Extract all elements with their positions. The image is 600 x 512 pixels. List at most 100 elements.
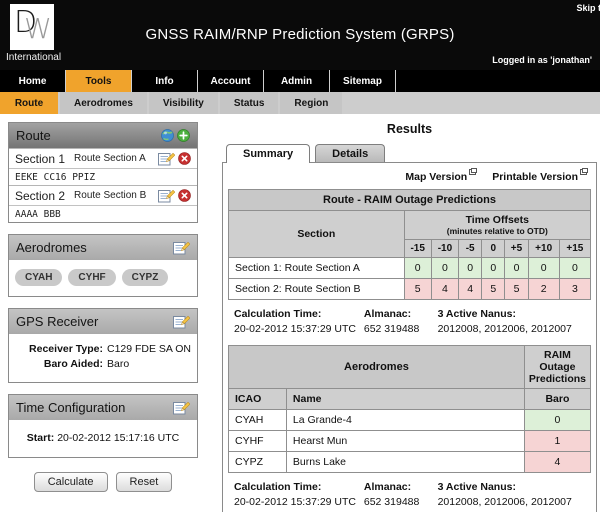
section-row-label: Section 1: Route Section A: [228, 257, 405, 279]
almanac-value: 652 319488: [363, 496, 420, 508]
subnav-filler: [344, 92, 600, 114]
tab-summary[interactable]: Summary: [226, 144, 311, 163]
edit-gps-icon[interactable]: [173, 315, 190, 329]
almanac-value: 652 319488: [363, 323, 420, 335]
nav-tab-tools[interactable]: Tools: [66, 70, 132, 92]
version-links: Map Version Printable Version: [228, 168, 591, 189]
baro-header: Baro: [523, 388, 592, 410]
edit-section-icon[interactable]: [158, 152, 175, 166]
receiver-type-label: Receiver Type:: [29, 343, 103, 355]
calculation-info: Calculation Time: Almanac: 3 Active Nanu…: [228, 473, 591, 512]
outage-value: 2: [527, 278, 560, 300]
outage-value: 4: [458, 278, 483, 300]
subnav-tab-aerodromes[interactable]: Aerodromes: [60, 92, 147, 114]
aerodrome-pill[interactable]: CYAH: [15, 269, 63, 286]
logged-in-status: Logged in as 'jonathan': [492, 55, 592, 65]
subnav-tab-status[interactable]: Status: [219, 92, 279, 114]
nav-tab-admin[interactable]: Admin: [264, 70, 330, 92]
outage-value: 0: [458, 257, 483, 279]
aerodrome-pill[interactable]: CYPZ: [121, 269, 169, 286]
baro-value: 4: [523, 451, 592, 473]
section-column-header: Section: [228, 210, 405, 258]
aerodrome-pill[interactable]: CYHF: [68, 269, 116, 286]
tab-details[interactable]: Details: [315, 144, 386, 162]
subnav-tab-route[interactable]: Route: [0, 92, 58, 114]
offset-header: -15: [403, 239, 432, 258]
config-sidebar: Route Section 1 Route Section A EEKE CC1…: [8, 122, 198, 492]
edit-aerodromes-icon[interactable]: [173, 241, 190, 255]
add-route-section-icon[interactable]: [177, 129, 190, 142]
globe-icon[interactable]: [161, 129, 174, 142]
nanus-value: 2012008, 2012006, 2012007: [437, 496, 572, 508]
name-header: Name: [285, 388, 525, 410]
calc-time-label: Calculation Time:: [234, 481, 322, 493]
icao-value: CYAH: [228, 409, 287, 431]
section-name: Route Section B: [74, 190, 147, 201]
table-row: CYHF Hearst Mun 1: [228, 430, 592, 452]
aerodrome-name: La Grande-4: [285, 409, 525, 431]
outage-value: 4: [430, 278, 460, 300]
action-buttons: Calculate Reset: [8, 472, 198, 492]
printable-version-label: Printable Version: [492, 171, 578, 183]
almanac-label: Almanac:: [363, 481, 412, 493]
icao-value: CYPZ: [228, 451, 287, 473]
results-area: Results Summary Details Map Version Prin…: [222, 118, 597, 512]
table-row: Section 2: Route Section B 5 4 4 5 5 2 3: [228, 278, 592, 300]
subnav-tab-visibility[interactable]: Visibility: [148, 92, 218, 114]
subnav-tab-region[interactable]: Region: [280, 92, 343, 114]
external-window-icon: [469, 168, 478, 175]
app-header: DW International GNSS RAIM/RNP Predictio…: [0, 0, 600, 70]
offset-header: 0: [481, 239, 506, 258]
route-section-codes: EEKE CC16 PPIZ: [9, 168, 197, 185]
time-config-panel: Time Configuration Start: 20-02-2012 15:1…: [8, 394, 198, 458]
aerodromes-panel-header: Aerodromes: [9, 235, 197, 260]
route-panel-title: Route: [16, 128, 51, 143]
calc-time-value: 20-02-2012 15:37:29 UTC: [234, 496, 356, 508]
reset-button[interactable]: Reset: [115, 472, 173, 492]
outage-value: 0: [558, 257, 592, 279]
icao-header: ICAO: [228, 388, 287, 410]
icao-value: CYHF: [228, 430, 287, 452]
nav-tab-info[interactable]: Info: [132, 70, 198, 92]
outage-value: 0: [430, 257, 460, 279]
route-panel: Route Section 1 Route Section A EEKE CC1…: [8, 122, 198, 223]
baro-value: 0: [523, 409, 592, 431]
map-version-label: Map Version: [405, 171, 468, 183]
nav-tab-sitemap[interactable]: Sitemap: [330, 70, 396, 92]
aerodrome-name: Hearst Mun: [285, 430, 525, 452]
aerodromes-table-title: Aerodromes: [228, 345, 525, 389]
edit-time-icon[interactable]: [173, 401, 190, 415]
results-tabs: Summary Details: [222, 144, 597, 163]
table-row: CYPZ Burns Lake 4: [228, 451, 592, 473]
aerodromes-panel-title: Aerodromes: [16, 240, 87, 255]
nav-tab-account[interactable]: Account: [198, 70, 264, 92]
skip-link[interactable]: Skip to c: [576, 3, 600, 13]
baro-aided-value: Baro: [107, 358, 130, 370]
printable-version-link[interactable]: Printable Version: [492, 168, 588, 183]
gps-receiver-panel: GPS Receiver Receiver Type: C129 FDE SA …: [8, 308, 198, 383]
outage-value: 3: [558, 278, 592, 300]
aerodromes-panel: Aerodromes CYAH CYHF CYPZ: [8, 234, 198, 297]
edit-section-icon[interactable]: [158, 189, 175, 203]
time-panel-title: Time Configuration: [16, 400, 126, 415]
logo-subtitle: International: [6, 52, 62, 63]
nanus-value: 2012008, 2012006, 2012007: [437, 323, 572, 335]
nav-filler: [396, 70, 600, 92]
outage-value: 5: [403, 278, 432, 300]
start-value: 20-02-2012 15:17:16 UTC: [57, 432, 180, 444]
delete-section-icon[interactable]: [178, 189, 191, 202]
route-table-title: Route - RAIM Outage Predictions: [228, 189, 591, 211]
delete-section-icon[interactable]: [178, 152, 191, 165]
receiver-type-value: C129 FDE SA ON: [106, 343, 192, 355]
section-label: Section 2: [15, 188, 66, 203]
route-section-row-2: Section 2 Route Section B: [9, 185, 197, 205]
offset-header: +5: [504, 239, 529, 258]
raim-outage-header: RAIM Outage Predictions: [523, 345, 592, 389]
summary-tab-panel: Map Version Printable Version Route - RA…: [222, 162, 597, 512]
page-title: GNSS RAIM/RNP Prediction System (GRPS): [145, 26, 455, 43]
time-offsets-header: Time Offsets (minutes relative to OTD): [403, 210, 592, 240]
map-version-link[interactable]: Map Version: [405, 168, 478, 183]
gps-panel-title: GPS Receiver: [16, 314, 99, 329]
nav-tab-home[interactable]: Home: [0, 70, 66, 92]
calculate-button[interactable]: Calculate: [33, 472, 108, 492]
